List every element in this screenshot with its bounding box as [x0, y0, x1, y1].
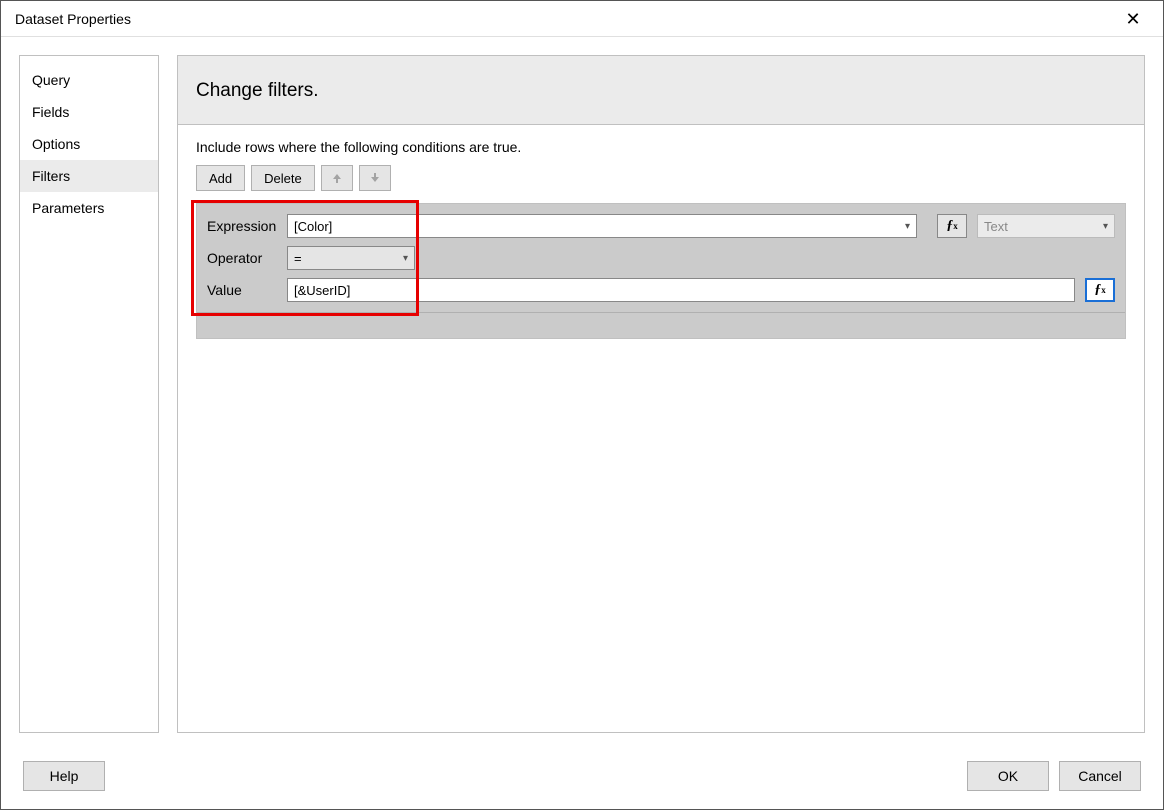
sidebar-item-parameters[interactable]: Parameters — [20, 192, 158, 224]
sidebar-item-options[interactable]: Options — [20, 128, 158, 160]
ok-button[interactable]: OK — [967, 761, 1049, 791]
sidebar-item-query[interactable]: Query — [20, 64, 158, 96]
help-button[interactable]: Help — [23, 761, 105, 791]
datatype-value: Text — [984, 219, 1008, 234]
cancel-button[interactable]: Cancel — [1059, 761, 1141, 791]
filter-toolbar: Add Delete — [196, 165, 1126, 191]
move-up-button[interactable] — [321, 165, 353, 191]
main-panel: Change filters. Include rows where the f… — [177, 55, 1145, 733]
operator-value: = — [294, 251, 302, 266]
page-title: Change filters. — [178, 56, 1144, 125]
value-fx-button[interactable]: ƒx — [1085, 278, 1115, 302]
filter-row: Expression ▾ ƒx Text ▾ — [197, 204, 1125, 312]
sidebar-item-fields[interactable]: Fields — [20, 96, 158, 128]
instruction-text: Include rows where the following conditi… — [196, 139, 1126, 155]
dialog-footer: Help OK Cancel — [1, 751, 1163, 809]
value-input[interactable] — [287, 278, 1075, 302]
operator-label: Operator — [207, 250, 277, 266]
expression-label: Expression — [207, 218, 277, 234]
chevron-down-icon: ▾ — [1103, 221, 1108, 232]
value-label: Value — [207, 282, 277, 298]
sidebar-item-filters[interactable]: Filters — [20, 160, 158, 192]
expression-fx-button[interactable]: ƒx — [937, 214, 967, 238]
datatype-select: Text ▾ — [977, 214, 1115, 238]
filter-pane-footer — [197, 312, 1125, 338]
titlebar: Dataset Properties ✕ — [1, 1, 1163, 37]
dataset-properties-dialog: Dataset Properties ✕ Query Fields Option… — [0, 0, 1164, 810]
close-icon[interactable]: ✕ — [1113, 4, 1153, 34]
chevron-down-icon[interactable]: ▾ — [905, 221, 910, 232]
filter-pane: Expression ▾ ƒx Text ▾ — [196, 203, 1126, 339]
expression-input[interactable] — [287, 214, 917, 238]
chevron-down-icon: ▾ — [403, 253, 408, 264]
arrow-up-icon — [331, 172, 343, 184]
empty-area — [196, 339, 1126, 718]
add-button[interactable]: Add — [196, 165, 245, 191]
move-down-button[interactable] — [359, 165, 391, 191]
delete-button[interactable]: Delete — [251, 165, 315, 191]
window-title: Dataset Properties — [15, 11, 1113, 27]
operator-select[interactable]: = ▾ — [287, 246, 415, 270]
category-sidebar: Query Fields Options Filters Parameters — [19, 55, 159, 733]
arrow-down-icon — [369, 172, 381, 184]
